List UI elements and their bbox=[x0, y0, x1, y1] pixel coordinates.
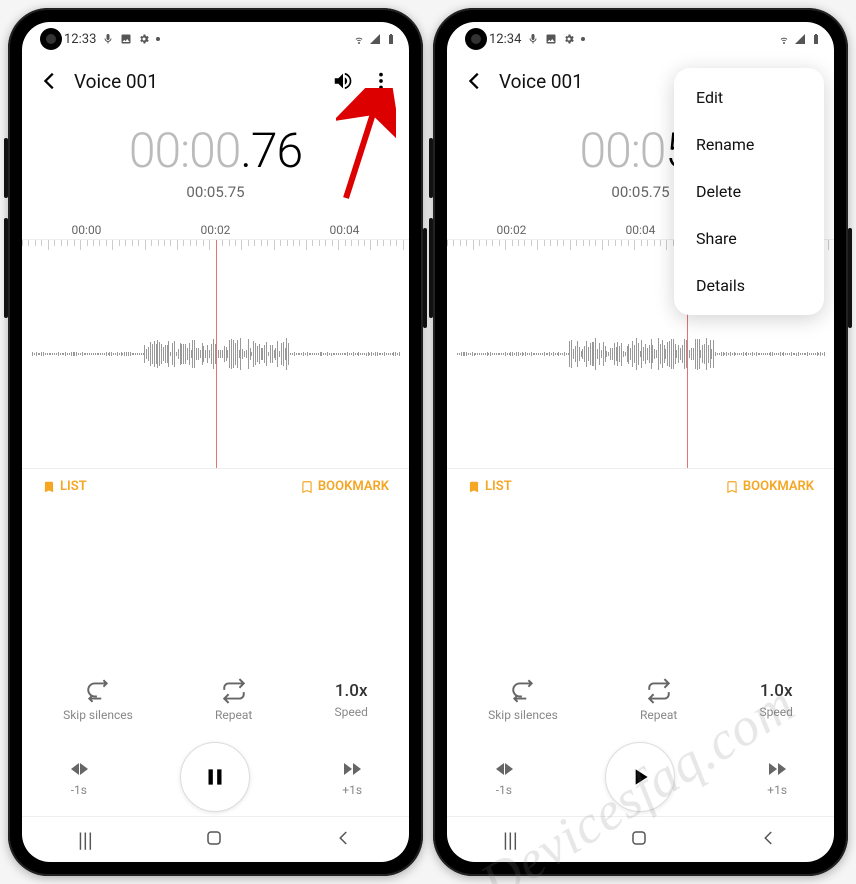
dot-icon bbox=[156, 37, 160, 41]
nav-back[interactable] bbox=[335, 829, 353, 851]
repeat-icon bbox=[646, 678, 672, 704]
repeat-icon bbox=[221, 678, 247, 704]
list-button[interactable]: LIST bbox=[467, 479, 512, 494]
signal-icon bbox=[794, 33, 806, 45]
controls: Skip silences Repeat 1.0x Speed -1s bbox=[22, 662, 409, 816]
pause-icon bbox=[202, 764, 228, 790]
play-button[interactable] bbox=[605, 742, 675, 812]
nav-bar: ||| bbox=[447, 816, 834, 862]
time-ruler: 00:00 00:02 00:04 bbox=[22, 223, 409, 237]
speed-value: 1.0x bbox=[335, 681, 368, 701]
nav-bar: ||| bbox=[22, 816, 409, 862]
power-btn bbox=[423, 228, 427, 328]
status-time: 12:33 bbox=[64, 32, 96, 47]
bookmark-button[interactable]: BOOKMARK bbox=[300, 479, 389, 494]
list-button[interactable]: LIST bbox=[42, 479, 87, 494]
rewind-button[interactable]: -1s bbox=[67, 757, 91, 797]
nav-back[interactable] bbox=[760, 829, 778, 851]
waveform bbox=[447, 329, 834, 379]
pause-button[interactable] bbox=[180, 742, 250, 812]
forward-icon bbox=[340, 757, 364, 781]
speaker-button[interactable] bbox=[329, 67, 357, 95]
list-bookmark-row: LIST BOOKMARK bbox=[22, 469, 409, 504]
vol-up bbox=[429, 138, 433, 198]
wifi-icon bbox=[353, 33, 365, 45]
duration: 00:05.75 bbox=[22, 183, 409, 201]
overflow-menu: Edit Rename Delete Share Details bbox=[674, 68, 824, 315]
power-btn bbox=[848, 228, 852, 328]
skip-icon bbox=[510, 678, 536, 704]
back-button[interactable] bbox=[461, 67, 489, 95]
dot-icon bbox=[581, 37, 585, 41]
phone-left: 12:33 Voice 001 bbox=[8, 8, 423, 876]
signal-icon bbox=[369, 33, 381, 45]
bookmark-outline-icon bbox=[300, 480, 314, 494]
bookmark-button[interactable]: BOOKMARK bbox=[725, 479, 814, 494]
screen-left: 12:33 Voice 001 bbox=[22, 22, 409, 862]
repeat-button[interactable]: Repeat bbox=[640, 678, 677, 722]
menu-item-share[interactable]: Share bbox=[674, 215, 824, 262]
bookmark-icon bbox=[42, 480, 56, 494]
rewind-icon bbox=[492, 757, 516, 781]
more-button[interactable] bbox=[367, 67, 395, 95]
vol-down bbox=[429, 218, 433, 318]
screen-right: 12:34 Voice 001 00:05. 00:05.75 bbox=[447, 22, 834, 862]
nav-home[interactable] bbox=[630, 829, 648, 851]
battery-icon bbox=[810, 33, 822, 45]
forward-icon bbox=[765, 757, 789, 781]
image-icon bbox=[545, 33, 557, 45]
mic-icon bbox=[102, 33, 114, 45]
play-icon bbox=[627, 764, 653, 790]
repeat-button[interactable]: Repeat bbox=[215, 678, 252, 722]
recording-title: Voice 001 bbox=[499, 70, 583, 93]
recording-title: Voice 001 bbox=[74, 70, 158, 93]
current-time: 00:00.76 bbox=[22, 122, 409, 179]
forward-button[interactable]: +1s bbox=[340, 757, 364, 797]
speed-button[interactable]: 1.0x Speed bbox=[335, 681, 368, 719]
playhead-cursor bbox=[216, 240, 217, 468]
phone-right: 12:34 Voice 001 00:05. 00:05.75 bbox=[433, 8, 848, 876]
time-display: 00:00.76 00:05.75 bbox=[22, 106, 409, 209]
wifi-icon bbox=[778, 33, 790, 45]
gear-icon bbox=[563, 33, 575, 45]
gear-icon bbox=[138, 33, 150, 45]
rewind-icon bbox=[67, 757, 91, 781]
vol-up bbox=[4, 138, 8, 198]
app-bar: Voice 001 bbox=[22, 56, 409, 106]
list-bookmark-row: LIST BOOKMARK bbox=[447, 469, 834, 504]
status-bar: 12:33 bbox=[22, 22, 409, 56]
menu-item-details[interactable]: Details bbox=[674, 262, 824, 309]
vol-down bbox=[4, 218, 8, 318]
speed-button[interactable]: 1.0x Speed bbox=[760, 681, 793, 719]
waveform-area[interactable] bbox=[22, 239, 409, 469]
skip-silences-button[interactable]: Skip silences bbox=[488, 678, 558, 722]
nav-recents[interactable]: ||| bbox=[78, 828, 93, 852]
controls: Skip silences Repeat 1.0x Speed -1s bbox=[447, 662, 834, 816]
mic-icon bbox=[527, 33, 539, 45]
skip-icon bbox=[85, 678, 111, 704]
image-icon bbox=[120, 33, 132, 45]
skip-silences-button[interactable]: Skip silences bbox=[63, 678, 133, 722]
status-time: 12:34 bbox=[489, 32, 521, 47]
bookmark-outline-icon bbox=[725, 480, 739, 494]
bookmark-icon bbox=[467, 480, 481, 494]
forward-button[interactable]: +1s bbox=[765, 757, 789, 797]
rewind-button[interactable]: -1s bbox=[492, 757, 516, 797]
menu-item-delete[interactable]: Delete bbox=[674, 168, 824, 215]
back-button[interactable] bbox=[36, 67, 64, 95]
menu-item-edit[interactable]: Edit bbox=[674, 74, 824, 121]
battery-icon bbox=[385, 33, 397, 45]
nav-recents[interactable]: ||| bbox=[503, 828, 518, 852]
speed-value: 1.0x bbox=[760, 681, 793, 701]
menu-item-rename[interactable]: Rename bbox=[674, 121, 824, 168]
nav-home[interactable] bbox=[205, 829, 223, 851]
status-bar: 12:34 bbox=[447, 22, 834, 56]
